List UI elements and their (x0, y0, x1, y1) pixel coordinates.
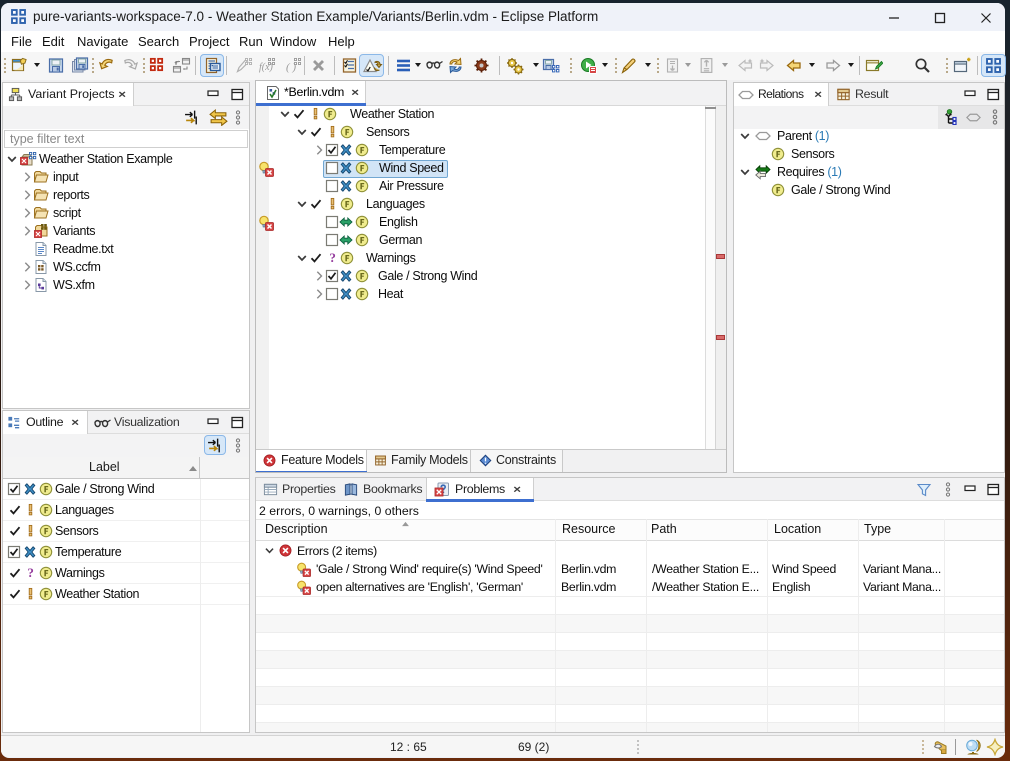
svg-text:f(x): f(x) (259, 62, 274, 73)
svg-text:( ): ( ) (286, 62, 296, 74)
